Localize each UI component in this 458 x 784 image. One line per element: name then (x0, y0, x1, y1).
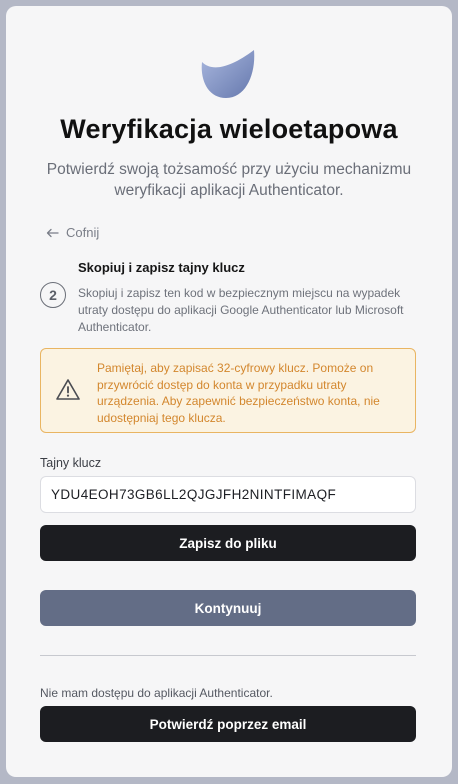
step-title: Skopiuj i zapisz tajny klucz (78, 260, 245, 275)
back-link[interactable]: Cofnij (46, 225, 99, 240)
save-to-file-button[interactable]: Zapisz do pliku (40, 525, 416, 561)
warning-alert: Pamiętaj, aby zapisać 32-cyfrowy klucz. … (40, 348, 416, 433)
step-description: Skopiuj i zapisz ten kod w bezpiecznym m… (78, 286, 404, 334)
secret-key-field[interactable]: YDU4EOH73GB6LL2QJGJFH2NINTFIMAQF (40, 476, 416, 513)
secret-key-label: Tajny klucz (40, 456, 102, 470)
app-logo (201, 50, 255, 98)
continue-button[interactable]: Kontynuuj (40, 590, 416, 626)
no-access-text: Nie mam dostępu do aplikacji Authenticat… (40, 686, 273, 700)
page-subtitle: Potwierdź swoją tożsamość przy użyciu me… (46, 161, 412, 199)
page-title: Weryfikacja wieloetapowa (60, 114, 398, 144)
step-number-badge: 2 (40, 282, 66, 308)
mfa-card: Weryfikacja wieloetapowa Potwierdź swoją… (6, 6, 452, 777)
back-label: Cofnij (66, 225, 100, 240)
confirm-by-email-button[interactable]: Potwierdź poprzez email (40, 706, 416, 742)
arrow-left-icon (46, 228, 59, 237)
divider (40, 655, 416, 656)
alert-text: Pamiętaj, aby zapisać 32-cyfrowy klucz. … (97, 361, 380, 425)
warning-triangle-icon (56, 379, 80, 400)
